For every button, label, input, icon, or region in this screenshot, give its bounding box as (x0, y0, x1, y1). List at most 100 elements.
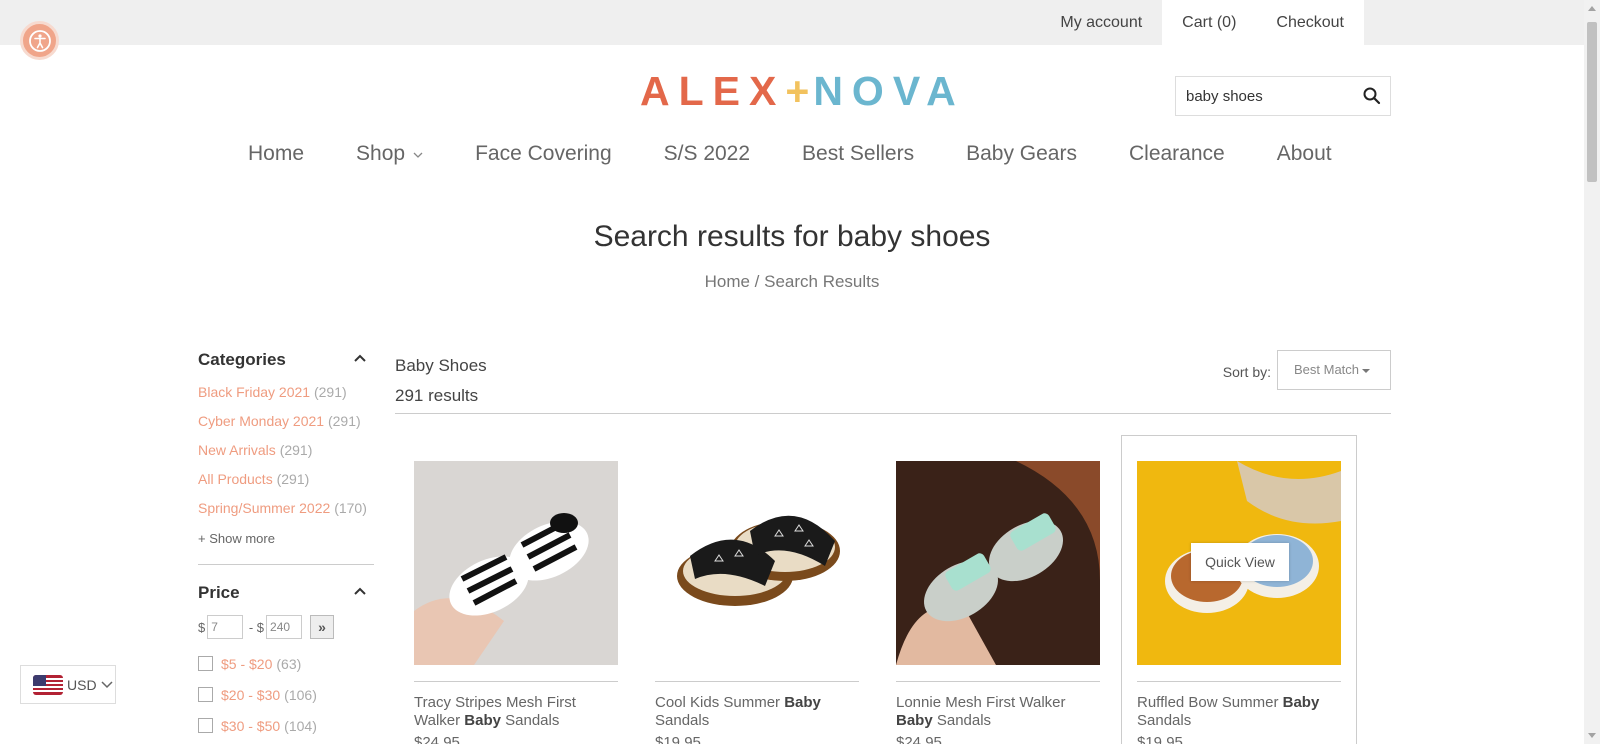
price-max-input[interactable] (266, 615, 303, 639)
search-button[interactable] (1362, 86, 1382, 106)
category-item[interactable]: All Products (291) (198, 465, 374, 494)
scroll-down-arrow[interactable] (1588, 733, 1596, 738)
product-card[interactable]: Lonnie Mesh First Walker Baby Sandals $2… (896, 461, 1100, 744)
category-label: Cyber Monday 2021 (198, 413, 325, 429)
product-price: $19.95 (1137, 734, 1183, 744)
product-image[interactable] (655, 461, 859, 665)
sort-value: Best Match (1294, 362, 1360, 377)
quick-view-button[interactable]: Quick View (1191, 543, 1289, 581)
product-card[interactable]: Tracy Stripes Mesh First Walker Baby San… (414, 461, 618, 744)
cart-link[interactable]: Cart (0) (1162, 0, 1257, 45)
range-label: $5 - $20 (221, 655, 273, 672)
nav-about[interactable]: About (1277, 138, 1332, 170)
sort-dropdown[interactable]: Best Match (1277, 350, 1391, 390)
divider (896, 681, 1100, 682)
range-label: $30 - $50 (221, 717, 281, 734)
checkbox[interactable] (198, 687, 213, 702)
search-input[interactable] (1186, 86, 1356, 106)
product-image[interactable] (896, 461, 1100, 665)
nav-label: Shop (356, 142, 406, 165)
name-highlight: Baby (1282, 694, 1320, 711)
product-card[interactable]: Quick View Ruffled Bow Summer Baby Sanda… (1137, 461, 1341, 744)
nav-best-sellers[interactable]: Best Sellers (802, 138, 914, 170)
category-count: (291) (279, 442, 313, 458)
name-text: Cool Kids Summer (655, 694, 785, 711)
range-dash: - (245, 619, 257, 635)
account-links: My account Cart (0) Checkout (1040, 0, 1364, 45)
product-name[interactable]: Cool Kids Summer Baby Sandals (655, 694, 859, 730)
checkout-link[interactable]: Checkout (1256, 0, 1364, 45)
price-range-option[interactable]: $20 - $30 (106) (198, 680, 374, 709)
name-text: Lonnie Mesh First Walker (896, 694, 1066, 711)
nav-label: Baby Gears (966, 142, 1077, 165)
nav-face-covering[interactable]: Face Covering (475, 138, 612, 170)
range-count: (63) (276, 655, 302, 672)
nav-label: Face Covering (475, 142, 612, 165)
category-item[interactable]: Black Friday 2021 (291) (198, 378, 374, 407)
checkbox[interactable] (198, 656, 213, 671)
name-text: Sandals (1137, 712, 1192, 729)
category-label: Black Friday 2021 (198, 384, 311, 400)
categories-heading[interactable]: Categories (198, 350, 374, 372)
product-name[interactable]: Tracy Stripes Mesh First Walker Baby San… (414, 694, 618, 730)
site-logo[interactable]: ALEX+NOVA (640, 68, 965, 115)
search-box (1175, 76, 1391, 116)
nav-shop[interactable]: Shop (356, 138, 423, 170)
category-item[interactable]: Cyber Monday 2021 (291) (198, 407, 374, 436)
category-count: (291) (327, 413, 361, 429)
price-min-input[interactable] (207, 615, 244, 639)
breadcrumb: Home / Search Results (704, 272, 880, 291)
price-range-option[interactable]: $5 - $20 (63) (198, 649, 374, 678)
nav-baby-gears[interactable]: Baby Gears (966, 138, 1077, 170)
accessibility-icon (28, 29, 51, 52)
name-text: Sandals (932, 712, 992, 729)
category-label: New Arrivals (198, 442, 276, 458)
category-count: (291) (276, 471, 310, 487)
price-range-list: $5 - $20 (63) $20 - $30 (106) $30 - $50 (10… (198, 649, 374, 740)
product-name[interactable]: Lonnie Mesh First Walker Baby Sandals (896, 694, 1100, 730)
category-item[interactable]: New Arrivals (291) (198, 436, 374, 465)
product-image[interactable] (414, 461, 618, 665)
filter-sidebar: Categories Black Friday 2021 (291) Cyber… (198, 350, 374, 740)
my-account-link[interactable]: My account (1040, 0, 1162, 45)
shoe-photo (896, 461, 1100, 665)
search-icon (1363, 87, 1381, 105)
checkbox[interactable] (198, 718, 213, 733)
name-highlight: Baby (464, 712, 501, 729)
results-title: Baby Shoes (395, 356, 487, 375)
name-highlight: Baby (784, 694, 821, 711)
page-scrollbar[interactable] (1584, 0, 1600, 744)
results-header: Baby Shoes 291 results Sort by: Best Mat… (395, 350, 1391, 414)
nav-clearance[interactable]: Clearance (1129, 138, 1225, 170)
price-range-option[interactable]: $30 - $50 (104) (198, 711, 374, 740)
product-price: $24.95 (414, 734, 460, 744)
product-card[interactable]: Cool Kids Summer Baby Sandals $19.95 (655, 461, 859, 744)
nav-label: Home (248, 142, 305, 165)
currency-selector[interactable]: USD (20, 665, 116, 704)
show-more-link[interactable]: + Show more (198, 531, 374, 546)
logo-plus: + (785, 68, 814, 114)
accessibility-button[interactable] (20, 21, 59, 60)
divider (655, 681, 859, 682)
nav-label: Clearance (1128, 142, 1225, 165)
chevron-down-icon (101, 680, 113, 688)
category-item[interactable]: Spring/Summer 2022 (170) (198, 494, 374, 523)
price-heading[interactable]: Price (198, 583, 374, 605)
chevron-down-icon (413, 152, 423, 158)
nav-home[interactable]: Home (248, 138, 304, 170)
chevron-up-icon (354, 354, 366, 362)
name-text: Ruffled Bow Summer (1137, 694, 1283, 711)
nav-ss-2022[interactable]: S/S 2022 (664, 138, 750, 170)
apply-price-button[interactable]: » (310, 615, 335, 639)
top-utility-bar: My account Cart (0) Checkout (0, 0, 1584, 45)
scrollbar-thumb[interactable] (1587, 22, 1597, 182)
category-label: Spring/Summer 2022 (198, 500, 331, 516)
divider (1137, 681, 1341, 682)
name-text: Sandals (500, 712, 560, 729)
name-highlight: Baby (896, 712, 933, 729)
product-name[interactable]: Ruffled Bow Summer Baby Sandals (1137, 694, 1341, 730)
range-count: (106) (284, 686, 317, 703)
product-image[interactable]: Quick View (1137, 461, 1341, 665)
scroll-up-arrow[interactable] (1588, 6, 1596, 11)
chevron-up-icon (354, 587, 366, 595)
